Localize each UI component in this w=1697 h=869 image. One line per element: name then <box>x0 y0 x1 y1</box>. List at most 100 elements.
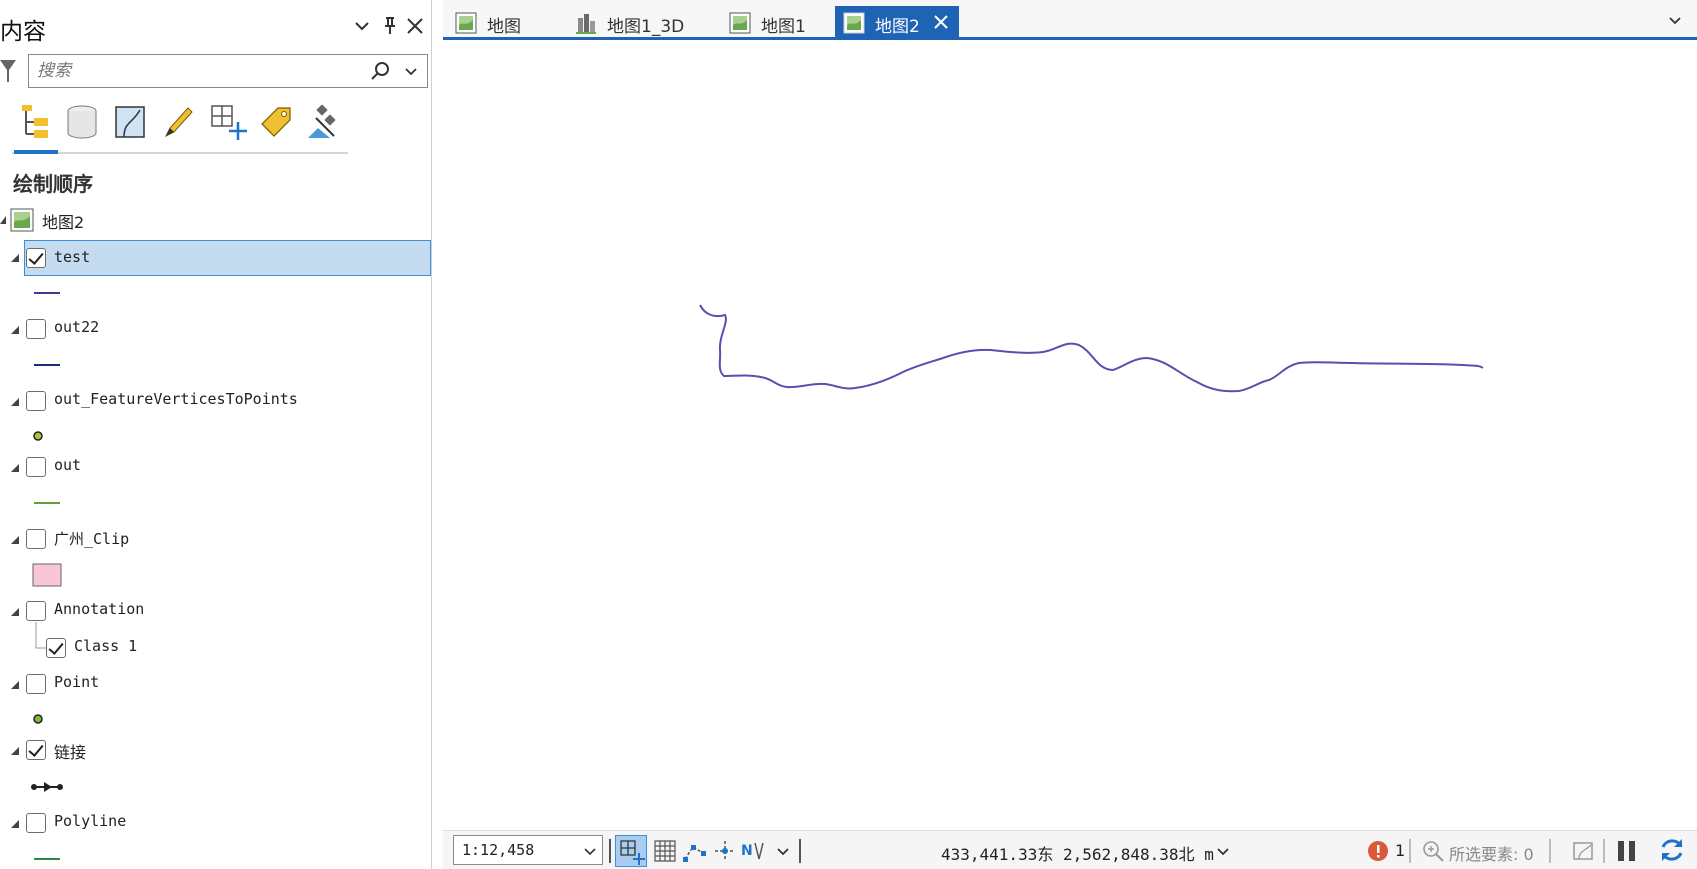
separator <box>1549 839 1551 863</box>
clear-selection-icon[interactable] <box>1569 837 1597 865</box>
filter-icon[interactable] <box>0 58 16 84</box>
layer-visibility-checkbox[interactable] <box>26 601 46 621</box>
close-icon[interactable] <box>403 14 427 38</box>
contents-title: 内容 <box>0 19 46 45</box>
map-root-item[interactable]: 地图2 <box>0 204 431 236</box>
layer-visibility-checkbox[interactable] <box>26 457 46 477</box>
collapse-icon[interactable] <box>11 536 19 544</box>
database-icon <box>67 105 97 139</box>
cursor-coordinates: 433,441.33东 2,562,848.38北 m <box>941 845 1214 864</box>
chevron-down-icon[interactable] <box>582 843 598 859</box>
layer-visibility-checkbox[interactable] <box>26 813 46 833</box>
chevron-down-icon[interactable] <box>773 841 793 861</box>
link-arrow-symbol <box>31 782 63 792</box>
layer-links[interactable]: 链接 <box>0 734 431 766</box>
test-polyline-feature <box>699 304 1484 393</box>
map-canvas <box>699 304 1484 393</box>
line-symbol <box>34 364 60 366</box>
chevron-down-icon[interactable] <box>1665 10 1685 30</box>
list-by-source-button[interactable] <box>62 102 102 142</box>
map-tab-bar: 地图 地图1_3D 地图1 地图2 <box>443 0 1697 40</box>
collapse-icon[interactable] <box>11 608 19 616</box>
separator <box>799 839 801 863</box>
layer-test[interactable]: test <box>0 240 431 276</box>
layer-point[interactable]: Point <box>0 668 431 700</box>
list-by-editing-button[interactable] <box>158 102 198 142</box>
contents-toolstrip <box>12 100 348 154</box>
collapse-icon[interactable] <box>11 398 19 406</box>
snapping-icon[interactable] <box>681 837 709 865</box>
map-icon <box>843 12 865 34</box>
zoom-to-selection-icon[interactable] <box>1419 837 1447 865</box>
chevron-down-icon[interactable] <box>350 14 374 38</box>
tab-map1[interactable]: 地图1 <box>721 6 841 38</box>
chevron-down-icon[interactable] <box>1213 841 1233 861</box>
collapse-icon[interactable] <box>11 326 19 334</box>
list-by-selection-button[interactable] <box>110 102 150 142</box>
layer-visibility-checkbox[interactable] <box>26 248 46 268</box>
north-arrow-icon[interactable]: N <box>739 837 767 865</box>
close-tab-icon[interactable] <box>931 12 951 32</box>
selected-features-count: 所选要素: 0 <box>1449 845 1534 864</box>
map-icon <box>729 12 751 34</box>
list-by-labeling-button[interactable] <box>256 102 296 142</box>
pin-icon[interactable] <box>378 14 402 38</box>
list-by-drawing-order-button[interactable] <box>14 102 58 154</box>
layer-polyline[interactable]: Polyline <box>0 807 431 839</box>
layer-annotation[interactable]: Annotation <box>0 595 431 627</box>
collapse-icon[interactable] <box>11 254 19 262</box>
list-by-perspective-imagery-button[interactable] <box>304 102 344 142</box>
layer-name: out_FeatureVerticesToPoints <box>54 390 298 408</box>
layer-visibility-checkbox[interactable] <box>26 391 46 411</box>
map-icon <box>10 208 34 232</box>
svg-text:N: N <box>741 843 753 859</box>
collapse-icon[interactable] <box>11 464 19 472</box>
layer-guangzhou-clip[interactable]: 广州_Clip <box>0 523 431 555</box>
point-symbol <box>33 714 43 724</box>
annotation-class-1[interactable]: Class 1 <box>20 632 431 664</box>
search-input[interactable] <box>37 59 357 83</box>
layer-name: Annotation <box>54 600 145 618</box>
list-by-snapping-button[interactable] <box>208 102 248 142</box>
layer-out22[interactable]: out22 <box>0 313 431 345</box>
map-icon <box>455 12 477 34</box>
layer-visibility-checkbox[interactable] <box>26 740 46 760</box>
collapse-icon[interactable] <box>11 820 19 828</box>
scale-lock-icon[interactable] <box>615 835 647 867</box>
layer-visibility-checkbox[interactable] <box>26 529 46 549</box>
satellite-icon <box>308 104 336 138</box>
search-icon[interactable] <box>369 60 391 82</box>
map-name: 地图2 <box>42 213 85 232</box>
error-count: 1 <box>1395 841 1406 860</box>
pause-drawing-icon[interactable] <box>1613 837 1641 865</box>
layer-visibility-checkbox[interactable] <box>26 319 46 339</box>
tab-map[interactable]: 地图 <box>447 6 547 38</box>
tab-map1-3d[interactable]: 地图1_3D <box>567 6 717 38</box>
label-tag-icon <box>261 107 291 137</box>
scale-selector[interactable]: 1:12,458 <box>453 835 603 865</box>
map-status-bar: 1:12,458 N 433,441.33东 2,562,848.38北 m 1… <box>443 830 1697 869</box>
class-name: Class 1 <box>74 637 138 655</box>
scene-3d-icon <box>576 14 596 34</box>
map-view[interactable] <box>443 40 1697 830</box>
layer-out[interactable]: out <box>0 451 431 483</box>
layer-name: Polyline <box>54 812 127 830</box>
tab-map2[interactable]: 地图2 <box>835 6 959 38</box>
collapse-icon[interactable] <box>11 681 19 689</box>
constraint-icon[interactable] <box>711 837 739 865</box>
drawing-order-icon <box>22 105 48 138</box>
contents-pane: 内容 搜索 绘制顺序 地图2 test out22 out_FeatureVer… <box>0 0 432 869</box>
chevron-down-icon[interactable] <box>401 61 421 81</box>
class-visibility-checkbox[interactable] <box>46 638 66 658</box>
layer-visibility-checkbox[interactable] <box>26 674 46 694</box>
refresh-icon[interactable] <box>1657 835 1687 865</box>
error-icon[interactable] <box>1367 840 1389 862</box>
collapse-icon[interactable] <box>11 747 19 755</box>
line-symbol <box>34 292 60 294</box>
separator <box>609 839 611 863</box>
scale-value: 1:12,458 <box>462 841 535 859</box>
layer-out-feature-vertices-to-points[interactable]: out_FeatureVerticesToPoints <box>0 385 431 417</box>
grid-add-icon <box>211 105 247 140</box>
grid-icon[interactable] <box>651 837 679 865</box>
collapse-icon[interactable] <box>0 216 6 224</box>
